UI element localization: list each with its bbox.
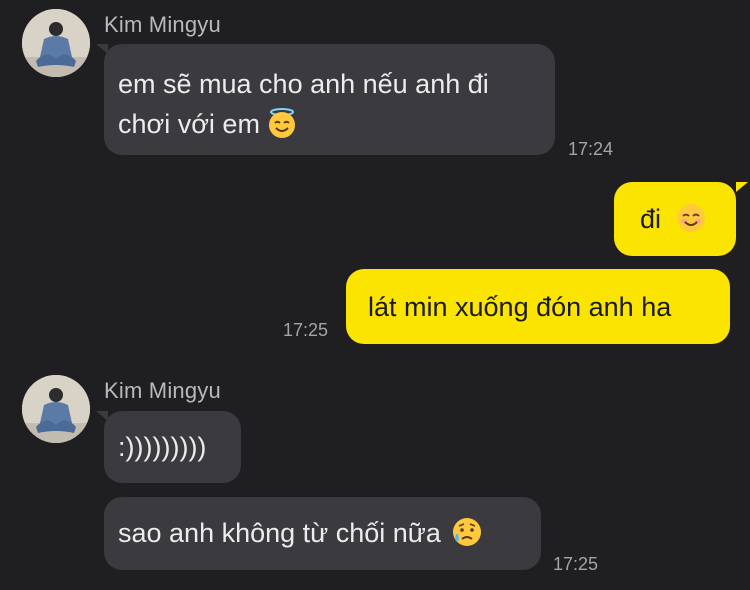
message-text: sao anh không từ chối nữa (118, 518, 441, 548)
message-bubble-outgoing[interactable]: lát min xuống đón anh ha (346, 269, 730, 344)
smiling-face-with-halo-icon (268, 108, 295, 138)
sender-name: Kim Mingyu (104, 12, 221, 37)
message-bubble-incoming[interactable]: em sẽ mua cho anh nếu anh đi chơi với em (104, 44, 555, 155)
bubble-tail (736, 182, 748, 192)
message-bubble-outgoing[interactable]: đi (614, 182, 736, 256)
message-bubble-incoming[interactable]: :))))))))) (104, 411, 241, 483)
sad-but-relieved-face-icon (452, 518, 481, 546)
message-text-line: em sẽ mua cho anh nếu anh đi (118, 69, 489, 99)
timestamp: 17:24 (568, 139, 614, 159)
message-text: :))))))))) (118, 432, 207, 462)
avatar[interactable] (22, 9, 90, 77)
timestamp: 17:25 (553, 554, 599, 574)
sender-name: Kim Mingyu (104, 378, 221, 403)
message-text: lát min xuống đón anh ha (368, 292, 672, 322)
message-text-line: chơi với em (118, 104, 555, 144)
avatar[interactable] (22, 375, 90, 443)
smiling-face-icon (677, 204, 706, 232)
message-text: đi (640, 204, 662, 234)
message-bubble-incoming[interactable]: sao anh không từ chối nữa (104, 497, 541, 570)
timestamp: 17:25 (283, 320, 329, 340)
